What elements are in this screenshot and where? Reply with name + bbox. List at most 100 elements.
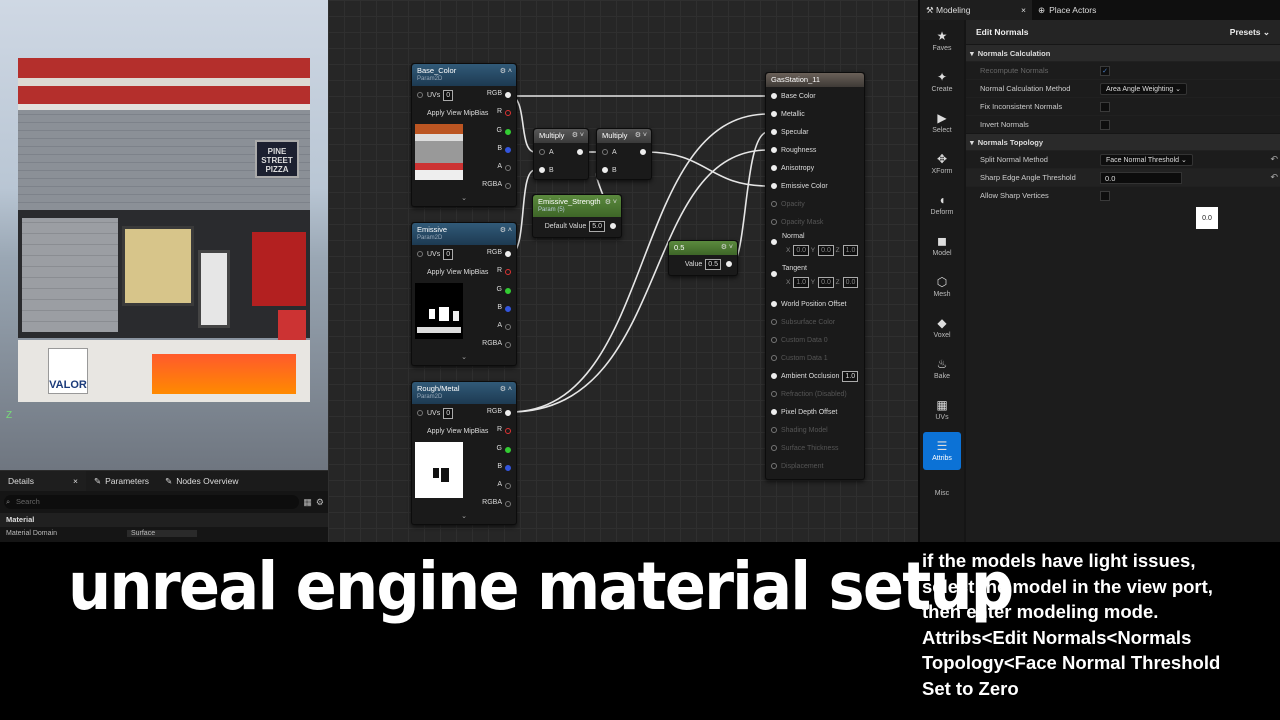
uvs-value-field[interactable]: 0 [443, 407, 454, 419]
input-pin[interactable] [771, 147, 777, 153]
node-collapse-icon[interactable]: ⚙ ˅ [635, 131, 647, 139]
output-pin-rgba[interactable] [505, 183, 511, 189]
tool-create[interactable]: ✦ Create [923, 63, 961, 101]
node-collapse-icon[interactable]: ⚙ ˅ [605, 198, 617, 206]
node-collapse-icon[interactable]: ⚙ ˅ [572, 131, 584, 139]
output-pin-r[interactable] [505, 110, 511, 116]
output-pin-b[interactable] [505, 465, 511, 471]
chevron-down-icon[interactable]: ⌄ [412, 194, 516, 204]
input-pin[interactable] [771, 445, 777, 451]
input-pin-tangent[interactable] [771, 271, 777, 277]
tab-modeling[interactable]: ⚒ Modeling × [920, 0, 1032, 20]
calc-method-dropdown[interactable]: Area Angle Weighting ⌄ [1100, 82, 1188, 95]
uvs-value-field[interactable]: 0 [443, 89, 454, 101]
scalar-node-constant[interactable]: 0.5 ⚙ ˅ Value 0.5 [668, 240, 738, 276]
input-pin-a[interactable] [539, 149, 545, 155]
grid-view-icon[interactable]: ▦ [303, 497, 312, 508]
output-pin-g[interactable] [505, 447, 511, 453]
multiply-node-1[interactable]: Multiply ⚙ ˅ A B [533, 128, 589, 180]
uvs-value-field[interactable]: 0 [443, 248, 454, 260]
input-pin[interactable] [771, 183, 777, 189]
invert-normals-checkbox[interactable] [1100, 119, 1110, 130]
tool-misc[interactable]: Misc [923, 473, 961, 511]
tool-mesh[interactable]: ⬡ Mesh [923, 268, 961, 306]
value-field[interactable]: 0.5 [705, 258, 721, 270]
output-pin-rgba[interactable] [505, 342, 511, 348]
tool-xform[interactable]: ✥ XForm [923, 145, 961, 183]
node-header[interactable]: GasStation_11 [766, 73, 864, 87]
texture-node-rough-metal[interactable]: Rough/Metal Param2D ⚙ ˄ UVs 0 RGB Apply … [411, 381, 517, 525]
multiply-node-2[interactable]: Multiply ⚙ ˅ A B [596, 128, 652, 180]
node-header[interactable]: Multiply ⚙ ˅ [597, 129, 651, 143]
category-normals-topology[interactable]: ▾ Normals Topology [966, 133, 1280, 150]
node-collapse-icon[interactable]: ⚙ ˄ [500, 385, 512, 393]
split-method-dropdown[interactable]: Face Normal Threshold ⌄ [1100, 153, 1193, 166]
node-header[interactable]: Rough/Metal Param2D ⚙ ˄ [412, 382, 516, 404]
output-pin-rgba[interactable] [505, 501, 511, 507]
tab-details[interactable]: Details × [0, 471, 86, 491]
tab-nodes-overview[interactable]: ✎ Nodes Overview [157, 471, 246, 491]
reset-arrow-icon[interactable]: ↶ [1270, 154, 1278, 165]
input-pin[interactable] [771, 165, 777, 171]
ambient-occlusion-field[interactable]: 1.0 [842, 370, 859, 382]
tool-uvs[interactable]: ▦ UVs [923, 391, 961, 429]
node-collapse-icon[interactable]: ⚙ ˄ [500, 226, 512, 234]
input-pin[interactable] [771, 111, 777, 117]
output-pin-rgb[interactable] [505, 410, 511, 416]
recompute-normals-checkbox[interactable]: ✓ [1100, 65, 1110, 76]
node-header[interactable]: Emissive Param2D ⚙ ˄ [412, 223, 516, 245]
output-pin-a[interactable] [505, 324, 511, 330]
output-pin-g[interactable] [505, 129, 511, 135]
input-pin-b[interactable] [539, 167, 545, 173]
normal-y-field[interactable]: 0.0 [818, 245, 834, 256]
viewport[interactable]: PINE STREET PIZZA VALOR Z [0, 0, 328, 470]
search-input[interactable]: ⌕ Search [4, 495, 300, 509]
input-pin-b[interactable] [602, 167, 608, 173]
node-header[interactable]: Emissive_Strength Param (5) ⚙ ˅ [533, 195, 621, 217]
output-pin-r[interactable] [505, 269, 511, 275]
node-header[interactable]: Base_Color Param2D ⚙ ˄ [412, 64, 516, 86]
tangent-z-field[interactable]: 0.0 [842, 277, 859, 288]
input-pin[interactable] [771, 463, 777, 469]
input-pin[interactable] [771, 355, 777, 361]
output-pin-b[interactable] [505, 306, 511, 312]
texture-node-emissive[interactable]: Emissive Param2D ⚙ ˄ UVs 0 RGB Apply Vie… [411, 222, 517, 366]
input-pin[interactable] [771, 391, 777, 397]
output-pin[interactable] [610, 223, 616, 229]
section-material[interactable]: Material [0, 513, 328, 527]
output-pin-rgb[interactable] [505, 92, 511, 98]
fix-inconsistent-checkbox[interactable] [1100, 101, 1110, 112]
material-result-node[interactable]: GasStation_11 Base Color Metallic Specular… [765, 72, 865, 480]
input-pin[interactable] [771, 337, 777, 343]
node-collapse-icon[interactable]: ⚙ ˄ [500, 67, 512, 75]
default-value-field[interactable]: 5.0 [589, 220, 605, 232]
tool-voxel[interactable]: ◆ Voxel [923, 309, 961, 347]
scalar-node-emissive-strength[interactable]: Emissive_Strength Param (5) ⚙ ˅ Default … [532, 194, 622, 238]
chevron-down-icon[interactable]: ⌄ [412, 353, 516, 363]
tangent-x-field[interactable]: 1.0 [793, 277, 810, 288]
tool-deform[interactable]: ◖ Deform [923, 186, 961, 224]
input-pin[interactable] [417, 410, 423, 416]
input-pin[interactable] [417, 251, 423, 257]
input-pin-ambient-occlusion[interactable] [771, 373, 777, 379]
presets-button[interactable]: Presets ⌄ [1230, 27, 1270, 38]
input-pin[interactable] [771, 409, 777, 415]
output-pin-a[interactable] [505, 165, 511, 171]
input-pin[interactable] [771, 301, 777, 307]
input-pin[interactable] [771, 201, 777, 207]
output-pin-b[interactable] [505, 147, 511, 153]
category-normals-calculation[interactable]: ▾ Normals Calculation [966, 44, 1280, 61]
input-pin[interactable] [771, 129, 777, 135]
node-header[interactable]: Multiply ⚙ ˅ [534, 129, 588, 143]
node-collapse-icon[interactable]: ⚙ ˅ [721, 243, 733, 251]
sharp-edge-threshold-input[interactable]: 0.0 [1100, 171, 1182, 184]
output-pin-rgb[interactable] [505, 251, 511, 257]
close-icon[interactable]: × [1021, 5, 1026, 15]
allow-sharp-vertices-checkbox[interactable] [1100, 190, 1110, 201]
output-pin[interactable] [640, 149, 646, 155]
input-pin[interactable] [771, 219, 777, 225]
node-header[interactable]: 0.5 ⚙ ˅ [669, 241, 737, 255]
close-icon[interactable]: × [73, 476, 78, 486]
reset-arrow-icon[interactable]: ↶ [1270, 172, 1278, 183]
normal-x-field[interactable]: 0.0 [793, 245, 810, 256]
